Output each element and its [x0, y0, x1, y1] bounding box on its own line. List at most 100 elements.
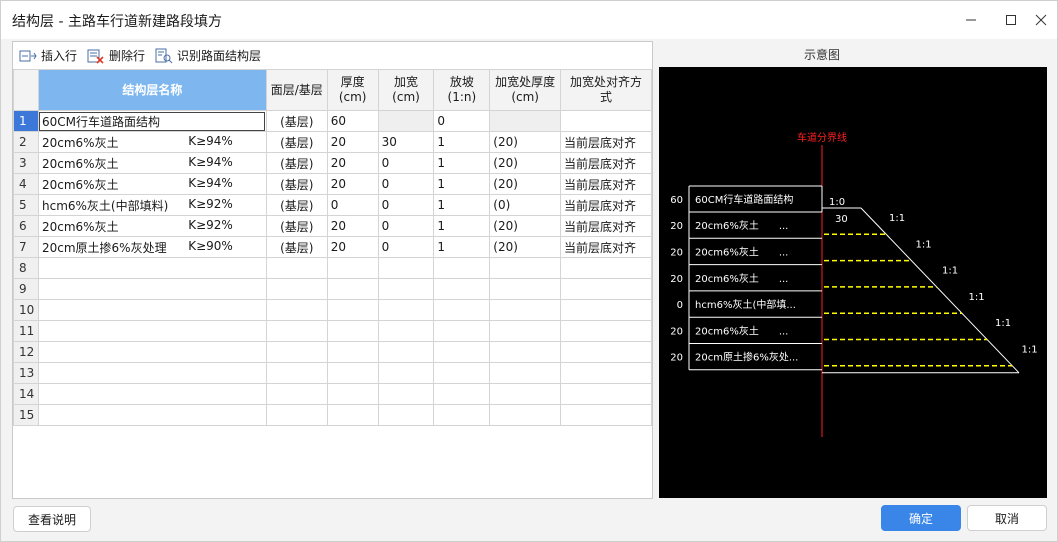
cell-widen[interactable]: 30	[377, 131, 435, 153]
empty-cell[interactable]	[37, 383, 267, 405]
cell-type[interactable]: (基层)	[265, 215, 328, 237]
empty-cell[interactable]	[377, 383, 435, 405]
help-button[interactable]: 查看说明	[13, 506, 91, 532]
table-row[interactable]: 12	[13, 341, 652, 363]
empty-cell[interactable]	[326, 404, 379, 426]
maximize-button[interactable]	[997, 7, 1025, 33]
empty-cell[interactable]	[265, 320, 328, 342]
empty-cell[interactable]	[37, 299, 267, 321]
cell-thickness[interactable]: 20	[326, 215, 379, 237]
cell-slope[interactable]: 1	[433, 131, 491, 153]
cell-thickness[interactable]: 0	[326, 194, 379, 216]
cell-type[interactable]: (基层)	[265, 131, 328, 153]
empty-cell[interactable]	[326, 320, 379, 342]
cell-align[interactable]	[560, 110, 652, 132]
empty-cell[interactable]	[326, 341, 379, 363]
empty-cell[interactable]	[377, 320, 435, 342]
empty-cell[interactable]	[37, 320, 267, 342]
close-button[interactable]	[1027, 7, 1055, 33]
cell-widen[interactable]: 0	[377, 173, 435, 195]
minimize-button[interactable]	[957, 7, 985, 33]
row-number[interactable]: 8	[13, 257, 39, 279]
table-row[interactable]: 15	[13, 404, 652, 426]
empty-cell[interactable]	[433, 383, 491, 405]
column-header-widen[interactable]: 加宽 (cm)	[377, 69, 435, 111]
row-number[interactable]: 7	[13, 236, 39, 258]
row-number[interactable]: 12	[13, 341, 39, 363]
empty-cell[interactable]	[489, 320, 562, 342]
cell-widen[interactable]: 0	[377, 194, 435, 216]
row-number[interactable]: 10	[13, 299, 39, 321]
cell-thickness[interactable]: 60	[326, 110, 379, 132]
column-header-slope[interactable]: 放坡 (1:n)	[433, 69, 491, 111]
empty-cell[interactable]	[265, 257, 328, 279]
cell-thickness[interactable]: 20	[326, 173, 379, 195]
table-row[interactable]: 11	[13, 320, 652, 342]
cell-slope[interactable]: 0	[433, 110, 491, 132]
insert-row-button[interactable]: 插入行	[19, 45, 77, 67]
empty-cell[interactable]	[489, 299, 562, 321]
cell-widen[interactable]: 0	[377, 236, 435, 258]
cell-widen-thickness[interactable]: (20)	[489, 236, 562, 258]
row-number[interactable]: 3	[13, 152, 39, 174]
cell-thickness[interactable]: 20	[326, 236, 379, 258]
cell-type[interactable]: (基层)	[265, 194, 328, 216]
cell-align[interactable]: 当前层底对齐	[560, 152, 652, 174]
cell-widen[interactable]: 0	[377, 152, 435, 174]
table-row[interactable]: 7 20cm原土掺6%灰处理 K≥90% (基层) 20 0 1 (20) 当前层底对齐	[13, 236, 652, 258]
empty-cell[interactable]	[560, 383, 652, 405]
empty-cell[interactable]	[560, 404, 652, 426]
empty-cell[interactable]	[433, 341, 491, 363]
cell-slope[interactable]: 1	[433, 236, 491, 258]
empty-cell[interactable]	[326, 278, 379, 300]
empty-cell[interactable]	[489, 404, 562, 426]
empty-cell[interactable]	[489, 257, 562, 279]
cell-slope[interactable]: 1	[433, 215, 491, 237]
cell-slope[interactable]: 1	[433, 194, 491, 216]
cell-widen-thickness[interactable]: (0)	[489, 194, 562, 216]
empty-cell[interactable]	[560, 299, 652, 321]
empty-cell[interactable]	[326, 362, 379, 384]
empty-cell[interactable]	[37, 278, 267, 300]
empty-cell[interactable]	[377, 278, 435, 300]
empty-cell[interactable]	[37, 341, 267, 363]
empty-cell[interactable]	[377, 404, 435, 426]
row-number[interactable]: 15	[13, 404, 39, 426]
cell-align[interactable]: 当前层底对齐	[560, 194, 652, 216]
cell-type[interactable]: (基层)	[265, 110, 328, 132]
cell-name[interactable]: 20cm原土掺6%灰处理 K≥90%	[37, 236, 267, 258]
column-header-thickness[interactable]: 厚度 (cm)	[326, 69, 379, 111]
cancel-button[interactable]: 取消	[967, 505, 1047, 531]
cell-widen[interactable]: 0	[377, 215, 435, 237]
empty-cell[interactable]	[433, 362, 491, 384]
cell-type[interactable]: (基层)	[265, 173, 328, 195]
empty-cell[interactable]	[37, 404, 267, 426]
row-number[interactable]: 1	[13, 110, 39, 132]
empty-cell[interactable]	[265, 362, 328, 384]
empty-cell[interactable]	[433, 257, 491, 279]
cell-widen-thickness[interactable]	[489, 110, 562, 132]
cell-widen-thickness[interactable]: (20)	[489, 131, 562, 153]
cell-name[interactable]: 20cm6%灰土 K≥94%	[37, 152, 267, 174]
recognize-structure-button[interactable]: 识别路面结构层	[155, 45, 261, 67]
empty-cell[interactable]	[560, 362, 652, 384]
empty-cell[interactable]	[265, 383, 328, 405]
empty-cell[interactable]	[489, 278, 562, 300]
table-row[interactable]: 5 hcm6%灰土(中部填料) K≥92% (基层) 0 0 1 (0) 当前层底对齐	[13, 194, 652, 216]
empty-cell[interactable]	[433, 299, 491, 321]
empty-cell[interactable]	[433, 278, 491, 300]
cell-name[interactable]: 60CM行车道路面结构	[37, 110, 267, 132]
row-number[interactable]: 13	[13, 362, 39, 384]
empty-cell[interactable]	[377, 257, 435, 279]
cell-align[interactable]: 当前层底对齐	[560, 173, 652, 195]
table-row[interactable]: 4 20cm6%灰土 K≥94% (基层) 20 0 1 (20) 当前层底对齐	[13, 173, 652, 195]
empty-cell[interactable]	[37, 257, 267, 279]
cell-slope[interactable]: 1	[433, 152, 491, 174]
empty-cell[interactable]	[265, 299, 328, 321]
cell-name[interactable]: 20cm6%灰土 K≥92%	[37, 215, 267, 237]
column-header-align[interactable]: 加宽处对齐方式	[560, 69, 652, 111]
empty-cell[interactable]	[326, 299, 379, 321]
table-row[interactable]: 13	[13, 362, 652, 384]
empty-cell[interactable]	[560, 257, 652, 279]
cell-name[interactable]: hcm6%灰土(中部填料) K≥92%	[37, 194, 267, 216]
